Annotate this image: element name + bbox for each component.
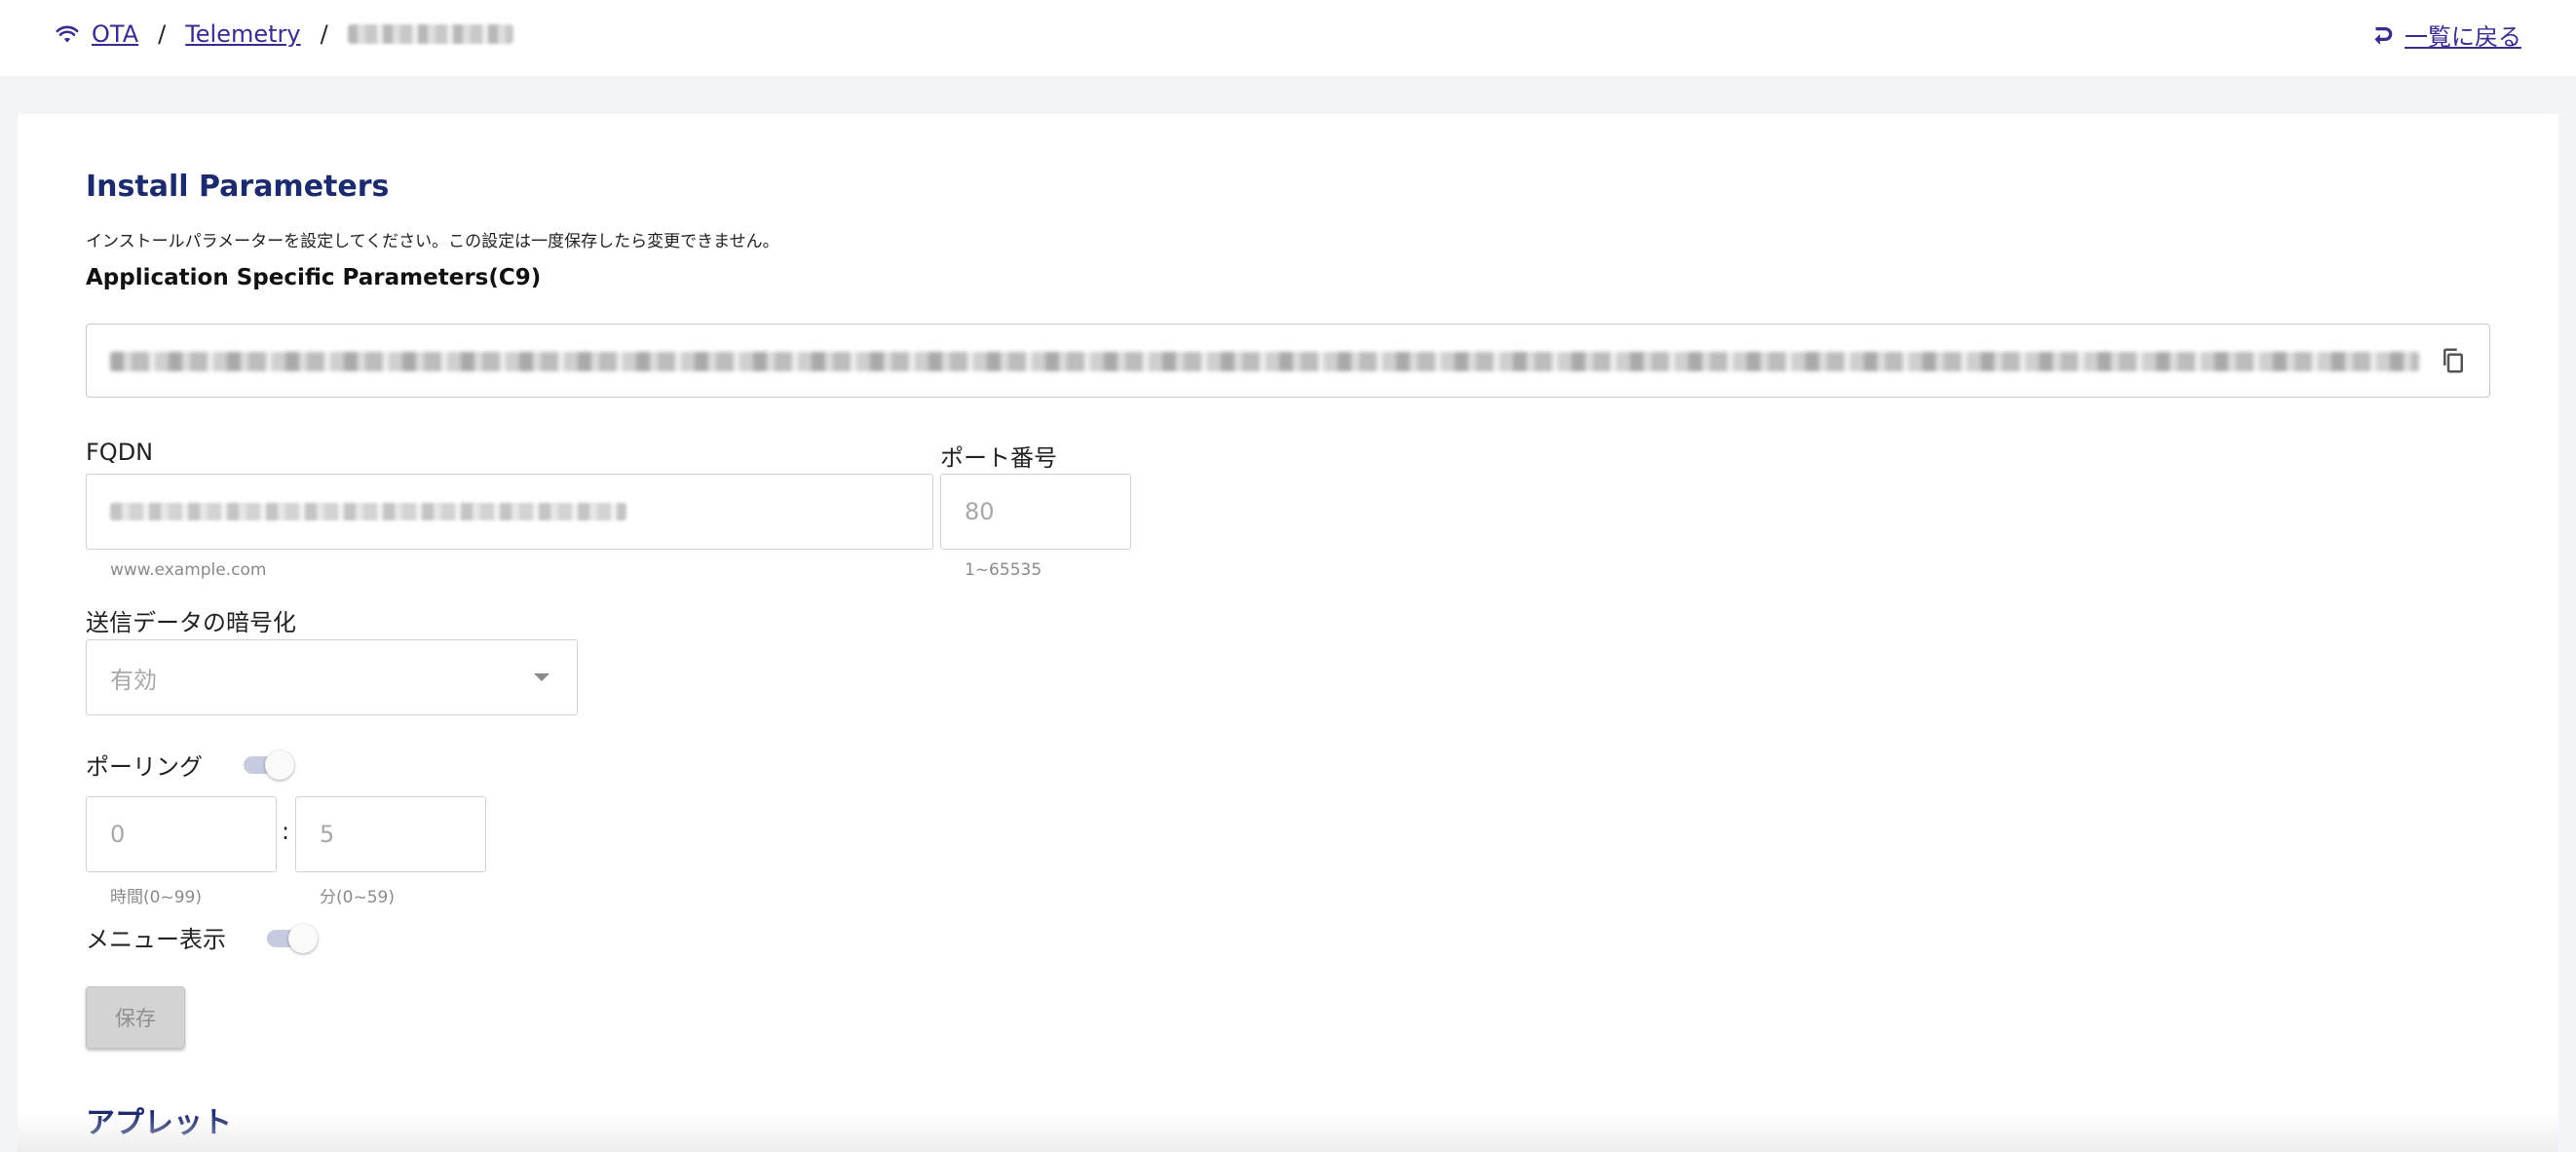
- polling-minutes-value: 5: [320, 821, 335, 848]
- polling-hours-helper: 時間(0~99): [110, 888, 202, 907]
- encryption-label: 送信データの暗号化: [86, 609, 296, 636]
- port-helper: 1~65535: [965, 560, 1042, 580]
- polling-hours-value: 0: [110, 821, 126, 848]
- polling-toggle-knob: [265, 750, 294, 780]
- polling-minutes-input[interactable]: 5: [295, 796, 486, 872]
- port-label: ポート番号: [940, 444, 1057, 472]
- chevron-down-icon: [534, 673, 549, 681]
- breadcrumb: OTA / Telemetry /: [55, 16, 513, 53]
- polling-time-separator: :: [282, 818, 290, 845]
- polling-toggle[interactable]: [244, 748, 298, 783]
- section-title-install-parameters: Install Parameters: [86, 170, 390, 204]
- breadcrumb-current-redacted: [347, 24, 513, 44]
- menu-display-label: メニュー表示: [86, 926, 226, 953]
- save-button[interactable]: 保存: [86, 986, 185, 1049]
- back-to-list-link[interactable]: 一覧に戻る: [2405, 18, 2521, 52]
- asp-value-redacted: [110, 352, 2419, 371]
- fqdn-value-redacted: [110, 503, 626, 520]
- menu-display-toggle[interactable]: [267, 921, 322, 956]
- port-value: 80: [965, 498, 995, 525]
- menu-display-toggle-knob: [288, 924, 318, 953]
- encryption-selected-value: 有効: [110, 666, 157, 694]
- return-arrow-icon: [2374, 26, 2393, 45]
- card-bottom-fade: [18, 1113, 2558, 1152]
- port-input[interactable]: 80: [940, 474, 1131, 550]
- polling-label: ポーリング: [86, 753, 203, 781]
- breadcrumb-telemetry-link[interactable]: Telemetry: [185, 20, 300, 48]
- encryption-select[interactable]: 有効: [86, 639, 578, 715]
- asp-field: [86, 324, 2490, 398]
- breadcrumb-separator: /: [158, 20, 167, 48]
- breadcrumb-separator: /: [320, 20, 328, 48]
- fqdn-input[interactable]: [86, 474, 933, 550]
- copy-icon[interactable]: [2439, 346, 2468, 375]
- wifi-icon: [56, 25, 79, 43]
- polling-minutes-helper: 分(0~59): [320, 888, 395, 907]
- asp-label: Application Specific Parameters(C9): [86, 265, 542, 290]
- back-to-list[interactable]: 一覧に戻る: [2369, 16, 2521, 53]
- install-parameters-card: Install Parameters インストールパラメーターを設定してください…: [18, 114, 2558, 1152]
- install-description: インストールパラメーターを設定してください。この設定は一度保存したら変更できませ…: [86, 232, 779, 251]
- polling-hours-input[interactable]: 0: [86, 796, 277, 872]
- top-bar: OTA / Telemetry / 一覧に戻る: [0, 0, 2576, 76]
- breadcrumb-ota-link[interactable]: OTA: [92, 20, 138, 48]
- fqdn-helper: www.example.com: [110, 560, 267, 580]
- fqdn-label: FQDN: [86, 439, 154, 466]
